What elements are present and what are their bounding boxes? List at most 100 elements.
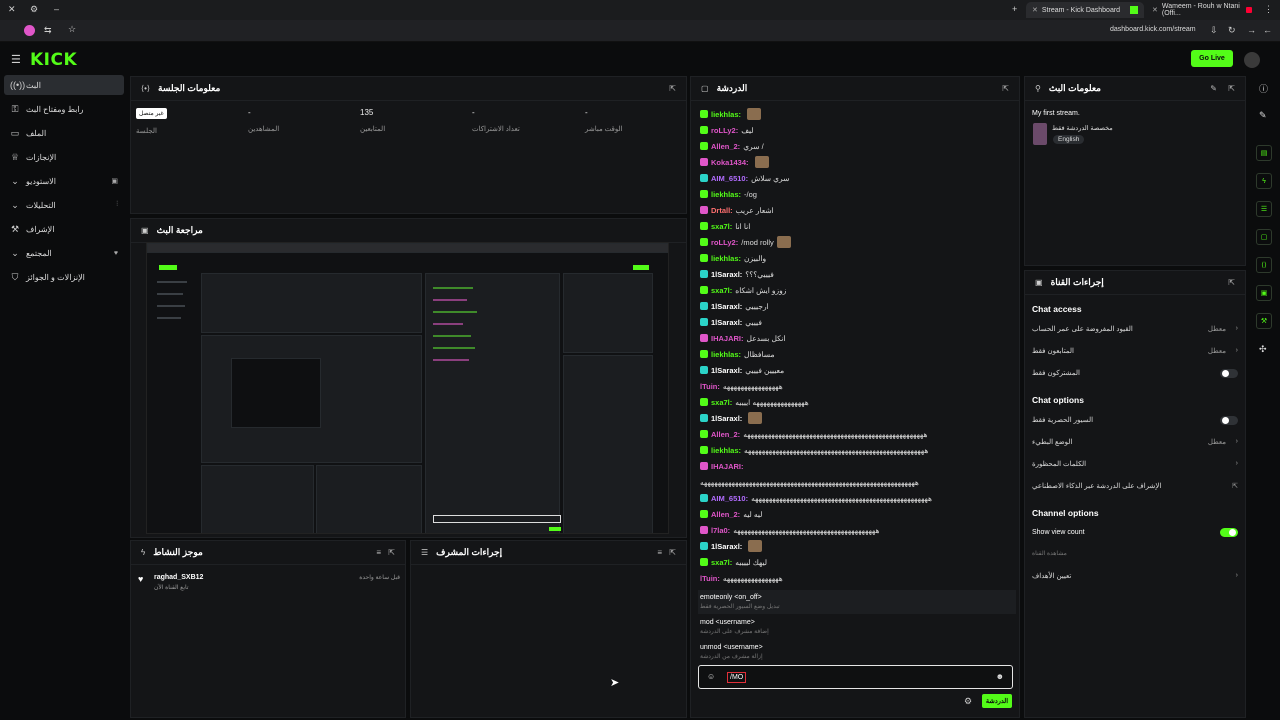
extensions-icon[interactable]: ⇆	[44, 25, 52, 36]
chat-username[interactable]: l7la0:	[711, 526, 730, 535]
popout-icon[interactable]: ⇱	[669, 548, 676, 557]
hamburger-menu-icon[interactable]: ☰	[11, 53, 21, 66]
chat-username[interactable]: 1lSaraxl:	[711, 542, 742, 551]
close-tab-icon[interactable]: ✕	[1152, 6, 1158, 14]
sidebar-item-profile[interactable]: ▭ الملف	[4, 123, 124, 143]
profile-avatar[interactable]	[24, 25, 35, 36]
rail-actions-button[interactable]: ▣	[1256, 285, 1272, 301]
star-icon[interactable]: ☆	[68, 24, 76, 35]
popout-icon[interactable]: ⇱	[669, 84, 676, 93]
chat-username[interactable]: roLLy2:	[711, 238, 738, 247]
sidebar-item-analytics[interactable]: ⌄ التحليلات ⫶	[4, 195, 124, 215]
chat-username[interactable]: lTuin:	[700, 382, 720, 391]
rail-chat-button[interactable]: ▢	[1256, 229, 1272, 245]
chat-input[interactable]: ☺ /MO ☻	[698, 665, 1013, 689]
popout-icon[interactable]: ⇱	[1228, 278, 1235, 287]
chat-username[interactable]: liekhlas:	[711, 254, 741, 263]
chat-username[interactable]: Allen_2:	[711, 142, 740, 151]
chat-username[interactable]: IHAJARI:	[711, 462, 744, 471]
chat-username[interactable]: sxa7l:	[711, 286, 732, 295]
banned-words-setting[interactable]: الكلمات المحظورة ›	[1032, 460, 1238, 468]
back-icon[interactable]: ←	[1263, 25, 1272, 35]
sidebar-item-stream-key[interactable]: ⚿ رابط ومفتاح البث	[4, 99, 124, 119]
rail-activity-button[interactable]: ϟ	[1256, 173, 1272, 189]
chat-username[interactable]: Allen_2:	[711, 510, 740, 519]
chat-username[interactable]: 1lSaraxl:	[711, 302, 742, 311]
tab-youtube[interactable]: ✕ Wameem - Rouh w Ntani (Offi...	[1146, 2, 1258, 18]
chat-username[interactable]: 1lSaraxl:	[711, 414, 742, 423]
rail-stream-button[interactable]: ⟨⟩	[1256, 257, 1272, 273]
rail-session-button[interactable]: ▤	[1256, 145, 1272, 161]
send-chat-button[interactable]: الدردشة	[982, 694, 1012, 708]
new-tab-icon[interactable]: +	[1012, 4, 1017, 14]
chat-username[interactable]: sxa7l:	[711, 398, 732, 407]
chat-username[interactable]: Allen_2:	[711, 430, 740, 439]
show-view-count-toggle[interactable]	[1220, 528, 1238, 537]
minimize-icon[interactable]: –	[54, 4, 59, 14]
command-suggestion[interactable]: unmod <username> إزالة مشرف من الدردشة	[700, 644, 763, 660]
chat-username[interactable]: lTuin:	[700, 574, 720, 583]
subscribers-only-toggle[interactable]	[1220, 369, 1238, 378]
emote-picker-icon[interactable]: ☺	[707, 672, 715, 681]
close-window-icon[interactable]: ✕	[8, 4, 16, 15]
forward-icon[interactable]: →	[1247, 25, 1256, 35]
chat-username[interactable]: 1lSaraxl:	[711, 270, 742, 279]
rail-modlog-button[interactable]: ☰	[1256, 201, 1272, 217]
account-age-setting[interactable]: القيود المفروضة على عمر الحساب معطل ›	[1032, 325, 1238, 333]
chat-username[interactable]: sxa7l:	[711, 222, 732, 231]
chat-settings-icon[interactable]: ⚙	[964, 696, 972, 707]
chat-username[interactable]: liekhlas:	[711, 110, 741, 119]
chat-username[interactable]: Drtall:	[711, 206, 733, 215]
sidebar-item-drops[interactable]: ⛉ الإنزالات و الجوائز	[4, 267, 124, 287]
sidebar-item-moderation[interactable]: ⚒ الإشراف	[4, 219, 124, 239]
panel-header: ϟ موجز النشاط ≡ ⇱	[131, 541, 405, 565]
chat-username[interactable]: 1lSaraxl:	[711, 318, 742, 327]
chat-username[interactable]: sxa7l:	[711, 558, 732, 567]
popout-icon[interactable]: ⇱	[388, 548, 395, 557]
chat-username[interactable]: liekhlas:	[711, 446, 741, 455]
set-goals-setting[interactable]: تعيين الأهداف ›	[1032, 572, 1238, 580]
edit-icon[interactable]: ✎	[1259, 110, 1267, 121]
info-icon[interactable]: ⓘ	[1259, 82, 1268, 95]
filter-icon[interactable]: ≡	[657, 548, 662, 557]
command-suggestion[interactable]: mod <username> إضافة مشرف على الدردشة	[700, 619, 769, 635]
chat-username[interactable]: IHAJARI:	[711, 334, 744, 343]
slow-mode-setting[interactable]: الوضع البطيء معطل ›	[1032, 438, 1238, 446]
rail-tools-button[interactable]: ⚒	[1256, 313, 1272, 329]
filter-icon[interactable]: ≡	[376, 548, 381, 557]
preview-logo	[159, 265, 177, 270]
url-field[interactable]: dashboard.kick.com/stream	[1110, 26, 1196, 33]
ai-moderation-setting[interactable]: الإشراف على الدردشة عبر الذكاء الاصطناعي…	[1032, 482, 1238, 490]
user-avatar[interactable]	[1244, 52, 1260, 68]
chat-username[interactable]: liekhlas:	[711, 190, 741, 199]
close-tab-icon[interactable]: ✕	[1032, 6, 1038, 14]
settings-icon[interactable]: ⚙	[30, 4, 38, 15]
edit-icon[interactable]: ✎	[1210, 84, 1217, 93]
command-suggestion[interactable]: emoteonly <on_off> تبديل وضع السيور الحصر…	[700, 594, 780, 610]
sidebar-item-stream[interactable]: ((•)) البث	[4, 75, 124, 95]
chat-username[interactable]: 1lSaraxl:	[711, 366, 742, 375]
stream-preview-video[interactable]	[146, 242, 669, 534]
chat-username[interactable]: AIM_6510:	[711, 494, 748, 503]
emote-only-toggle[interactable]	[1220, 416, 1238, 425]
reload-icon[interactable]: ↻	[1228, 25, 1236, 36]
downloads-icon[interactable]: ⇩	[1210, 25, 1218, 36]
popout-icon[interactable]: ⇱	[1002, 84, 1009, 93]
sidebar-item-achievements[interactable]: ♕ الإنجازات	[4, 147, 124, 167]
menu-dots-icon[interactable]: ⋮	[1264, 4, 1273, 15]
go-live-button[interactable]: Go Live	[1191, 50, 1233, 67]
chat-username[interactable]: AIM_6510:	[711, 174, 748, 183]
sidebar-item-community[interactable]: ⌄ المجتمع ♥	[4, 243, 124, 263]
sidebar-item-studio[interactable]: ⌄ الاستوديو ▣	[4, 171, 124, 191]
chat-username[interactable]: roLLy2:	[711, 126, 738, 135]
popout-icon[interactable]: ⇱	[1228, 84, 1235, 93]
command-name: emoteonly <on_off>	[700, 594, 762, 601]
chat-username[interactable]: liekhlas:	[711, 350, 741, 359]
chat-username[interactable]: Koka1434:	[711, 158, 749, 167]
tab-kick-dashboard[interactable]: ✕ Stream - Kick Dashboard	[1026, 2, 1144, 18]
kick-logo[interactable]: KICK	[30, 50, 77, 70]
chat-text: اشعار عريب	[735, 205, 774, 215]
puzzle-icon[interactable]: ✣	[1259, 344, 1267, 355]
followers-only-setting[interactable]: المتابعون فقط معطل ›	[1032, 347, 1238, 355]
emoji-icon[interactable]: ☻	[996, 672, 1004, 681]
